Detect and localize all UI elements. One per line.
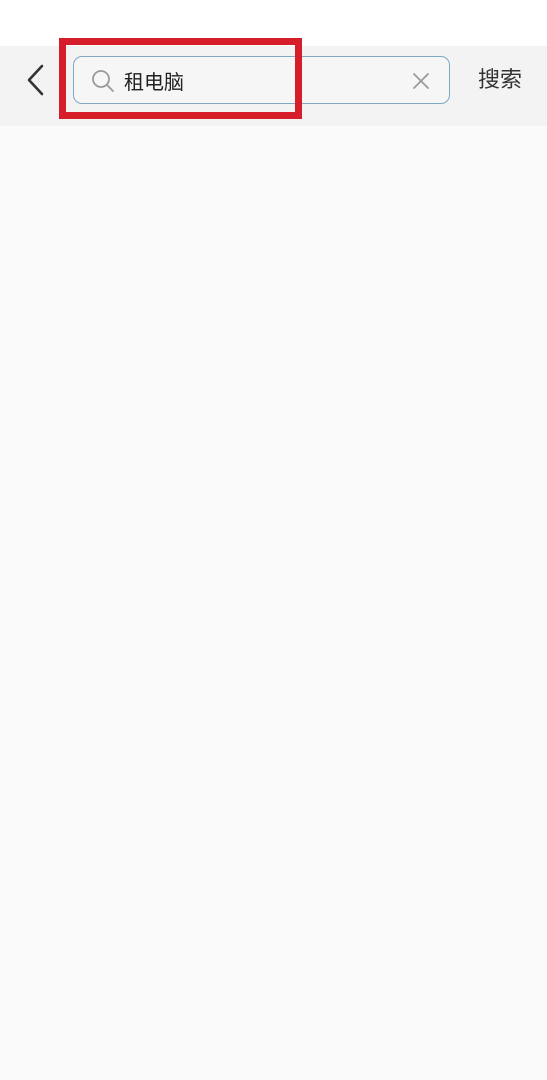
status-bar-area — [0, 0, 547, 46]
search-input[interactable] — [124, 63, 394, 97]
search-header: 搜索 — [0, 46, 547, 126]
search-icon — [92, 70, 114, 92]
close-icon[interactable] — [409, 69, 433, 93]
back-button[interactable] — [16, 60, 56, 100]
chevron-left-icon — [27, 64, 44, 96]
search-button[interactable]: 搜索 — [470, 63, 530, 99]
results-area — [0, 126, 547, 1080]
search-box[interactable] — [73, 56, 450, 104]
